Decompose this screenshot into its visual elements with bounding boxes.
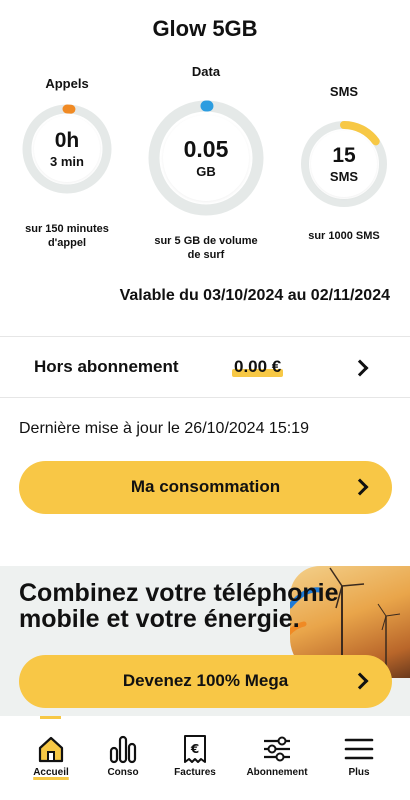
consumption-button[interactable]: Ma consommation — [19, 461, 392, 514]
svg-text:€: € — [190, 742, 199, 756]
promo-headline-line2: mobile et votre énergie. — [19, 605, 300, 633]
tab-conso-label: Conso — [107, 767, 139, 778]
consumption-button-label: Ma consommation — [130, 477, 281, 496]
tab-accueil[interactable]: Accueil — [16, 734, 86, 778]
sms-unit: SMS — [329, 168, 359, 184]
tab-plus-label: Plus — [348, 767, 370, 778]
sms-value: 15 — [332, 143, 356, 167]
tab-factures-label: Factures — [174, 767, 216, 778]
active-tab-indicator — [40, 716, 61, 719]
sliders-icon — [264, 736, 290, 762]
tab-accueil-label: Accueil — [33, 767, 69, 778]
calls-caption-line2: d'appel — [47, 237, 87, 249]
calls-inner: 0h 3 min — [34, 116, 100, 182]
promo-headline-line1: Combinez votre téléphonie — [19, 579, 339, 607]
last-update-text: Dernière mise à jour le 26/10/2024 15:19 — [19, 420, 309, 437]
invoice-euro-icon: € — [184, 735, 206, 763]
promo-button[interactable]: Devenez 100% Mega — [19, 655, 392, 708]
promo-banner[interactable]: Combinez votre téléphonie mobile et votr… — [0, 566, 410, 716]
promo-headline: Combinez votre téléphonie mobile et votr… — [19, 580, 359, 632]
calls-gauge[interactable]: Appels 0h 3 min sur 150 minutes d'appel — [22, 76, 112, 256]
out-of-plan-label: Hors abonnement — [34, 357, 179, 376]
tab-plus[interactable]: Plus — [324, 734, 394, 778]
bottom-tab-bar: Accueil Conso € Factures Abonnement Plus — [0, 716, 410, 800]
out-of-plan-amount-wrap: 0.00 € — [232, 357, 284, 377]
menu-icon — [344, 738, 374, 760]
data-value: 0.05 — [183, 135, 229, 162]
sms-caption: sur 1000 SMS — [280, 229, 408, 243]
sms-label: SMS — [329, 84, 359, 99]
sms-caption-line1: sur 1000 SMS — [308, 230, 380, 242]
calls-unit: 3 min — [50, 153, 84, 169]
home-icon — [38, 736, 64, 763]
sms-inner: 15 SMS — [311, 131, 377, 197]
out-of-plan-amount: 0.00 € — [234, 357, 282, 376]
tab-conso[interactable]: Conso — [88, 734, 158, 778]
promo-button-label: Devenez 100% Mega — [122, 671, 289, 690]
calls-caption: sur 150 minutes d'appel — [2, 222, 132, 250]
calls-caption-line1: sur 150 minutes — [25, 223, 109, 235]
bar-chart-icon — [109, 735, 137, 764]
data-unit: GB — [196, 163, 216, 179]
tab-abonnement[interactable]: Abonnement — [242, 734, 312, 778]
data-caption-line1: sur 5 GB de volume — [154, 235, 258, 247]
plan-title: Glow 5GB — [0, 16, 410, 42]
calls-value: 0h — [54, 128, 80, 152]
data-label: Data — [191, 64, 221, 79]
chevron-right-icon — [351, 359, 369, 377]
data-gauge[interactable]: Data 0.05 GB sur 5 GB de volume de surf — [148, 64, 264, 264]
data-caption-line2: de surf — [187, 249, 225, 261]
out-of-plan-row[interactable]: Hors abonnement 0.00 € — [0, 336, 410, 398]
plan-title-text: Glow 5GB — [150, 16, 260, 41]
data-caption: sur 5 GB de volume de surf — [128, 234, 284, 262]
calls-label: Appels — [45, 76, 89, 91]
data-inner: 0.05 GB — [163, 115, 249, 201]
sms-gauge[interactable]: SMS 15 SMS sur 1000 SMS — [300, 84, 388, 248]
validity-period: Valable du 03/10/2024 au 02/11/2024 — [119, 287, 390, 304]
tab-abonnement-label: Abonnement — [246, 767, 308, 778]
tab-factures[interactable]: € Factures — [160, 734, 230, 778]
